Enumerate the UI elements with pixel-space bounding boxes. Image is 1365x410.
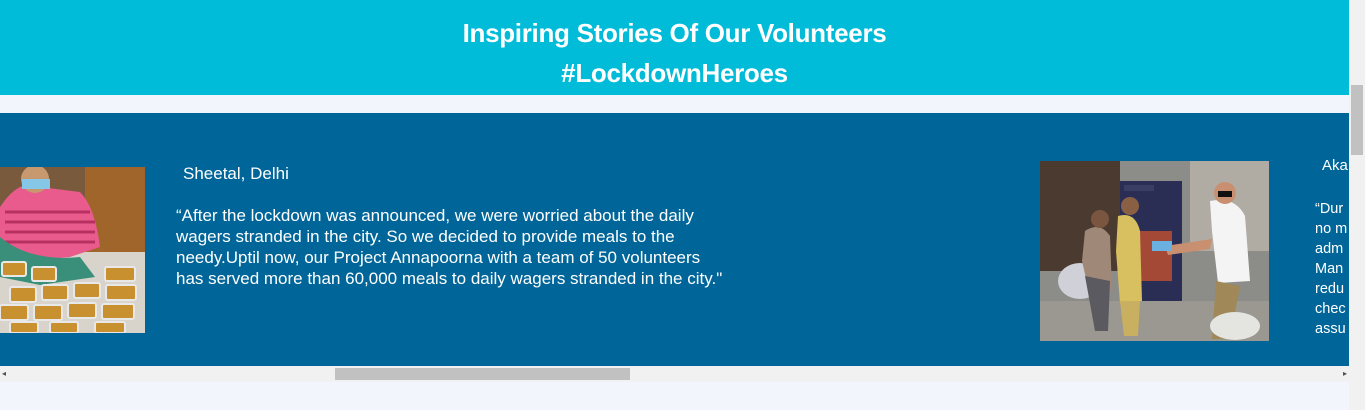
story-quote-line: Man (1315, 261, 1344, 277)
story-quote-line: wagers stranded in the city. So we decid… (176, 227, 675, 246)
story-quote-line: redu (1315, 281, 1345, 297)
story-quote-line: adm (1315, 241, 1344, 257)
volunteers-distributing-masks-photo (1040, 161, 1269, 341)
horizontal-scrollbar[interactable]: ◂ ▸ (0, 366, 1349, 382)
section-title: Inspiring Stories Of Our Volunteers (462, 18, 887, 48)
section-hashtag: #LockdownHeroes (561, 58, 788, 88)
volunteer-packing-meals-photo (0, 167, 145, 333)
page-header: Inspiring Stories Of Our Volunteers #Loc… (0, 0, 1349, 95)
story-quote-line: no m (1315, 221, 1348, 237)
vertical-scrollbar[interactable] (1349, 0, 1365, 410)
story-name: Sheetal, Delhi (183, 164, 289, 183)
story-quote-line: “After the lockdown was announced, we we… (176, 206, 694, 225)
vertical-scroll-thumb[interactable] (1351, 85, 1363, 155)
story-quote: “After the lockdown was announced, we we… (176, 205, 836, 289)
story-quote-line: assu (1315, 321, 1346, 337)
spacer (0, 95, 1349, 113)
story-quote-line: has served more than 60,000 meals to dai… (176, 269, 723, 288)
scroll-right-arrow-icon[interactable]: ▸ (1337, 368, 1347, 380)
scroll-left-arrow-icon[interactable]: ◂ (2, 368, 12, 380)
stories-carousel[interactable]: Sheetal, Delhi “After the lockdown was a… (0, 113, 1349, 366)
story-quote-line: needy.Uptil now, our Project Annapoorna … (176, 248, 701, 267)
horizontal-scroll-thumb[interactable] (335, 368, 630, 380)
story-quote: “Dur no m adm Man redu chec assu (1315, 199, 1349, 339)
story-name: Aka (1322, 157, 1348, 174)
story-quote-line: “Dur (1315, 201, 1344, 217)
story-quote-line: chec (1315, 301, 1346, 317)
